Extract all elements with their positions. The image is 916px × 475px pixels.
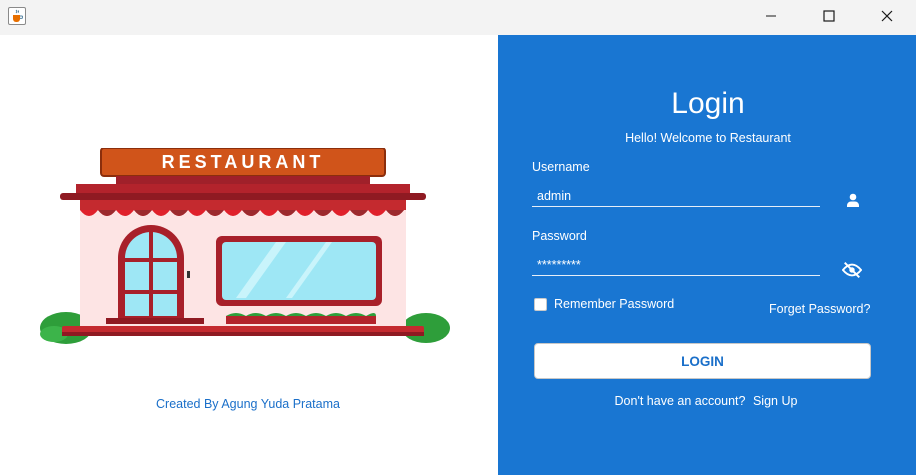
password-field[interactable] [532,254,820,276]
java-cup-icon [8,7,26,25]
app-window: RESTAURANT Created By Agung Yuda Pratama… [0,0,916,475]
minimize-button[interactable] [742,0,800,32]
username-field[interactable] [532,185,820,207]
user-icon [843,190,863,210]
remember-password[interactable]: Remember Password [534,297,674,311]
minimize-icon [766,15,776,17]
remember-label: Remember Password [554,297,675,311]
close-icon [881,10,893,22]
remember-checkbox[interactable] [534,297,547,311]
welcome-subtitle: Hello! Welcome to Restaurant [625,131,791,145]
author-credit: Created By Agung Yuda Pratama [156,397,340,411]
forget-password-link[interactable]: Forget Password? [769,302,870,316]
username-label: Username [532,160,590,174]
eye-off-icon[interactable] [842,260,862,280]
password-label: Password [532,229,587,243]
close-button[interactable] [858,0,916,32]
login-title: Login [671,87,745,120]
login-button[interactable]: LOGIN [534,343,871,379]
maximize-icon [823,10,835,22]
title-bar [0,0,916,35]
no-account-text: Don't have an account? [614,394,746,408]
signup-link[interactable]: Sign Up [753,394,797,408]
signup-row: Don't have an account? Sign Up [498,394,914,408]
login-panel: Login Hello! Welcome to Restaurant Usern… [498,35,916,475]
maximize-button[interactable] [800,0,858,32]
restaurant-sign-text: RESTAURANT [162,152,325,172]
illustration-panel: RESTAURANT Created By Agung Yuda Pratama [0,35,498,475]
restaurant-illustration: RESTAURANT [40,148,450,344]
